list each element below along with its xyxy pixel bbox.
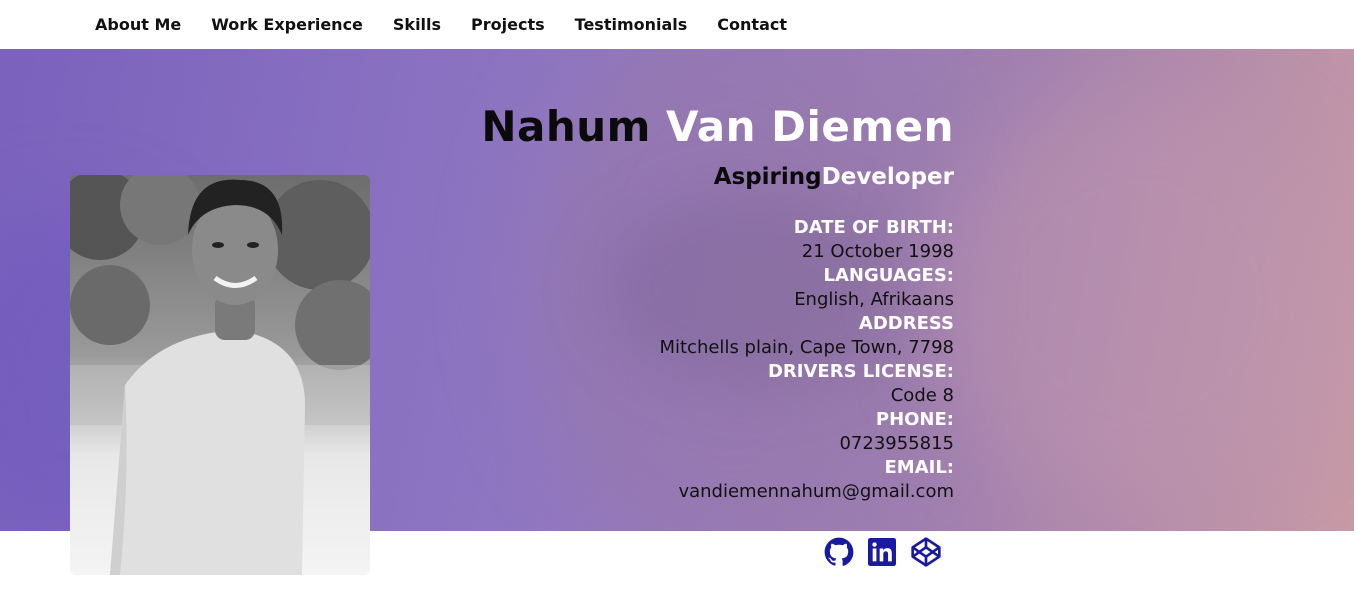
top-navbar: About Me Work Experience Skills Projects… (0, 0, 1354, 49)
codepen-link[interactable] (910, 536, 942, 568)
social-links (824, 536, 956, 568)
detail-value-dob: 21 October 1998 (801, 241, 954, 262)
detail-label-dob: DATE OF BIRTH: (793, 217, 954, 238)
detail-value-languages: English, Afrikaans (794, 289, 954, 310)
profile-name: Nahum Van Diemen (354, 99, 954, 155)
codepen-icon (911, 537, 941, 567)
detail-value-phone: 0723955815 (839, 433, 954, 454)
detail-label-email: EMAIL: (884, 457, 954, 478)
github-icon (824, 537, 854, 566)
subtitle-aspiring: Aspiring (713, 164, 822, 190)
detail-value-email: vandiemennahum@gmail.com (678, 481, 954, 502)
subtitle-developer: Developer (821, 164, 954, 190)
linkedin-link[interactable] (868, 538, 896, 566)
detail-label-address: ADDRESS (858, 313, 954, 334)
profile-photo (70, 175, 370, 575)
first-name: Nahum (481, 102, 651, 151)
profile-subtitle: AspiringDeveloper (354, 161, 954, 193)
hero-background-blur (930, 89, 1350, 509)
detail-value-license: Code 8 (890, 385, 954, 406)
nav-about-me[interactable]: About Me (95, 15, 181, 34)
nav-work-experience[interactable]: Work Experience (211, 15, 363, 34)
detail-label-languages: LANGUAGES: (823, 265, 954, 286)
nav-skills[interactable]: Skills (393, 15, 441, 34)
nav-contact[interactable]: Contact (717, 15, 787, 34)
detail-value-address: Mitchells plain, Cape Town, 7798 (659, 337, 954, 358)
profile-info: Nahum Van Diemen AspiringDeveloper DATE … (354, 99, 954, 504)
nav-testimonials[interactable]: Testimonials (575, 15, 688, 34)
linkedin-icon (868, 538, 896, 566)
personal-details: DATE OF BIRTH: 21 October 1998 LANGUAGES… (354, 216, 954, 504)
detail-label-license: DRIVERS LICENSE: (767, 361, 954, 382)
github-link[interactable] (824, 537, 854, 567)
last-name: Van Diemen (666, 102, 954, 151)
detail-label-phone: PHONE: (875, 409, 954, 430)
nav-projects[interactable]: Projects (471, 15, 545, 34)
